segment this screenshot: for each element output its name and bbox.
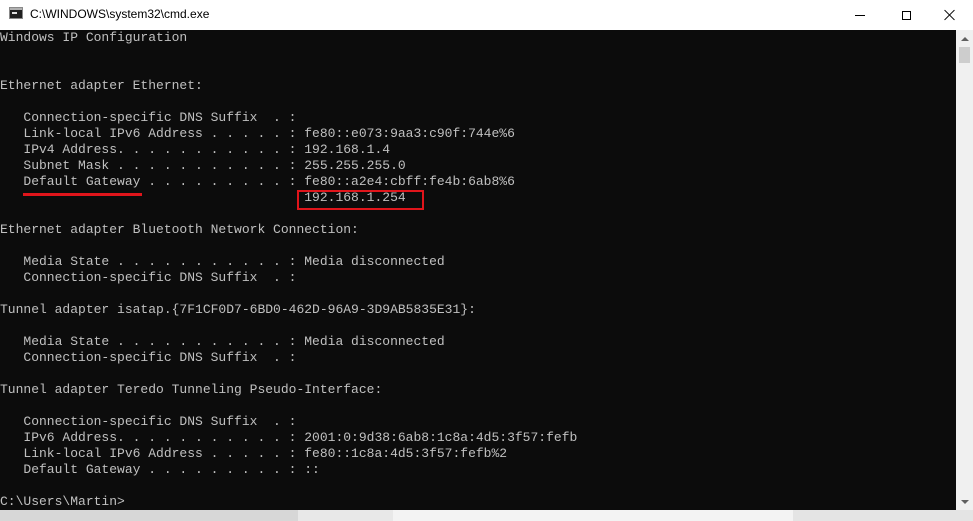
chevron-down-icon bbox=[960, 499, 969, 504]
console-line: Tunnel adapter Teredo Tunneling Pseudo-I… bbox=[0, 382, 383, 397]
console-line: Link-local IPv6 Address . . . . . : fe80… bbox=[0, 126, 515, 141]
gateway-ip-highlight-box bbox=[297, 190, 424, 210]
console-line: Connection-specific DNS Suffix . : bbox=[0, 110, 297, 125]
console-line: Windows IP Configuration bbox=[0, 30, 188, 45]
maximize-button[interactable] bbox=[883, 0, 929, 30]
scrollbar-thumb[interactable] bbox=[959, 47, 970, 63]
cmd-icon[interactable] bbox=[9, 7, 23, 19]
minimize-icon bbox=[855, 14, 865, 16]
chevron-up-icon bbox=[960, 36, 969, 41]
default-gateway-underline bbox=[23, 193, 142, 196]
console-line: Tunnel adapter isatap.{7F1CF0D7-6BD0-462… bbox=[0, 302, 476, 317]
scroll-up-button[interactable] bbox=[956, 30, 973, 47]
console-line: Subnet Mask . . . . . . . . . . . : 255.… bbox=[0, 158, 406, 173]
strip-segment bbox=[793, 510, 973, 521]
console-output[interactable]: Windows IP Configuration Ethernet adapte… bbox=[0, 30, 956, 510]
strip-segment bbox=[298, 510, 393, 521]
console-line: Link-local IPv6 Address . . . . . : fe80… bbox=[0, 446, 508, 461]
console-line: IPv6 Address. . . . . . . . . . . : 2001… bbox=[0, 430, 578, 445]
console-line: Default Gateway . . . . . . . . . : fe80… bbox=[0, 174, 515, 189]
maximize-icon bbox=[901, 10, 911, 20]
console-line: Connection-specific DNS Suffix . : bbox=[0, 350, 297, 365]
title-bar[interactable]: C:\WINDOWS\system32\cmd.exe bbox=[0, 0, 973, 30]
close-button[interactable] bbox=[927, 0, 973, 30]
window-title: C:\WINDOWS\system32\cmd.exe bbox=[30, 7, 210, 21]
console-line: IPv4 Address. . . . . . . . . . . : 192.… bbox=[0, 142, 391, 157]
console-line: Connection-specific DNS Suffix . : bbox=[0, 414, 297, 429]
console-line: Media State . . . . . . . . . . . : Medi… bbox=[0, 254, 445, 269]
command-prompt[interactable]: C:\Users\Martin> bbox=[0, 494, 125, 510]
minimize-button[interactable] bbox=[837, 0, 883, 30]
close-icon bbox=[944, 9, 956, 21]
console-line: Ethernet adapter Ethernet: bbox=[0, 78, 203, 93]
strip-segment bbox=[393, 510, 793, 521]
console-line: Default Gateway . . . . . . . . . : :: bbox=[0, 462, 320, 477]
scroll-down-button[interactable] bbox=[956, 493, 973, 510]
vertical-scrollbar[interactable] bbox=[956, 30, 973, 510]
console-line: Media State . . . . . . . . . . . : Medi… bbox=[0, 334, 445, 349]
background-window-strip bbox=[0, 510, 973, 521]
console-line: Ethernet adapter Bluetooth Network Conne… bbox=[0, 222, 359, 237]
console-line: Connection-specific DNS Suffix . : bbox=[0, 270, 297, 285]
